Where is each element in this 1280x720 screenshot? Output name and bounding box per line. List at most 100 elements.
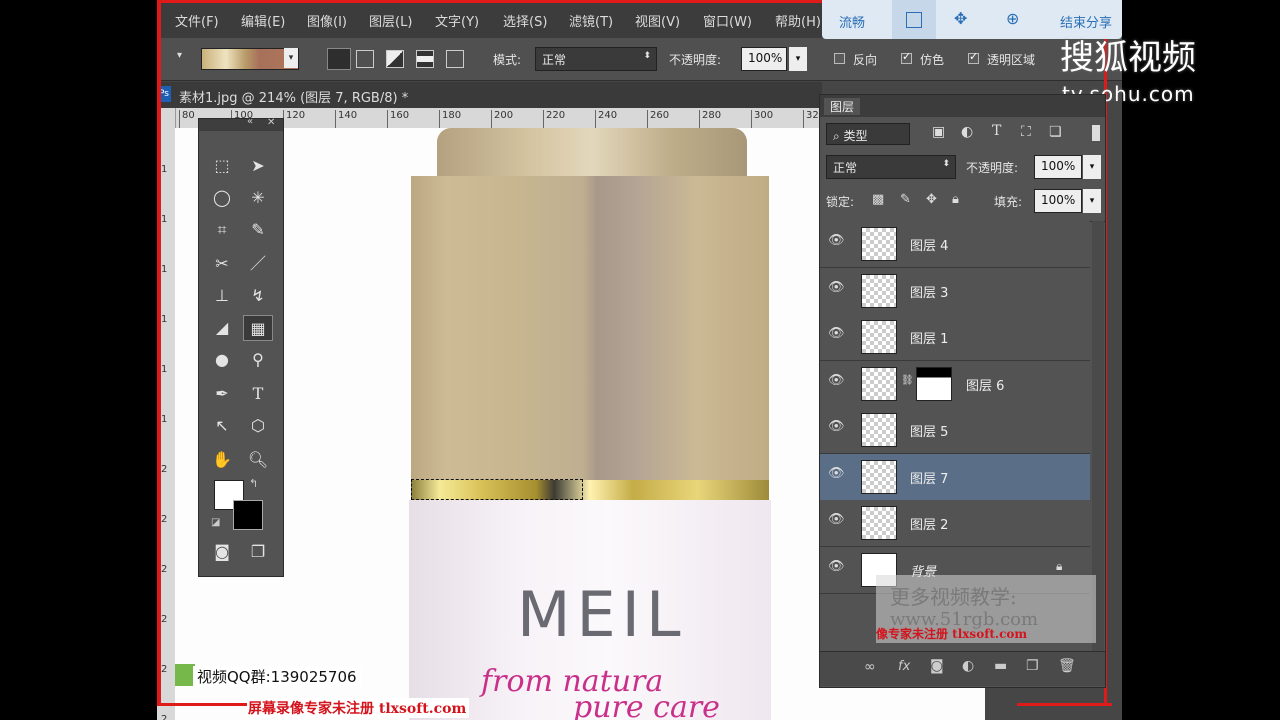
menu-layer[interactable]: 图层(L) xyxy=(369,11,412,30)
eraser-tool-icon[interactable]: ◢ xyxy=(207,315,237,341)
lasso-tool-icon[interactable]: ◯ xyxy=(207,185,237,211)
menu-view[interactable]: 视图(V) xyxy=(635,11,680,30)
layer-mask-thumbnail[interactable] xyxy=(916,366,952,401)
lock-image-icon[interactable]: ✎ xyxy=(900,192,911,207)
gradient-tool-icon[interactable]: ▦ xyxy=(243,315,273,341)
zoom-tool-icon[interactable]: 🔍︎ xyxy=(243,447,273,473)
visibility-eye-icon[interactable]: 👁︎ xyxy=(828,466,845,481)
layer-row[interactable]: 👁︎ 图层 4 xyxy=(820,221,1090,268)
end-share-button[interactable]: 结束分享 xyxy=(1060,12,1112,31)
layer-row[interactable]: 👁︎ 图层 7 xyxy=(820,453,1090,501)
magic-wand-icon[interactable]: ✳ xyxy=(243,185,273,211)
fill-input[interactable]: 100% xyxy=(1034,189,1082,213)
blur-tool-icon[interactable]: ● xyxy=(207,347,237,373)
transparency-checkbox[interactable] xyxy=(968,50,979,64)
layer-row[interactable]: 👁︎ 图层 5 xyxy=(820,407,1090,454)
history-brush-icon[interactable]: ↯ xyxy=(243,283,273,309)
move-tool-icon[interactable]: ➤ xyxy=(243,153,273,179)
visibility-eye-icon[interactable]: 👁︎ xyxy=(828,419,845,434)
angle-gradient-button[interactable] xyxy=(386,50,404,68)
mode-select[interactable]: 正常 ⬍ xyxy=(535,47,657,71)
lock-position-icon[interactable]: ✥ xyxy=(926,192,937,207)
menu-type[interactable]: 文字(Y) xyxy=(435,11,479,30)
filter-adjustment-icon[interactable]: ◐ xyxy=(961,124,973,140)
fill-arrow-icon[interactable]: ▾ xyxy=(1083,189,1101,213)
visibility-eye-icon[interactable]: 👁︎ xyxy=(828,559,845,574)
filter-toggle[interactable] xyxy=(1092,125,1100,141)
layer-style-icon[interactable]: fx xyxy=(898,659,910,674)
blend-mode-select[interactable]: 正常 ⬍ xyxy=(826,155,956,179)
quick-mask-icon[interactable]: ◙ xyxy=(207,539,237,565)
collapse-icon[interactable]: « xyxy=(247,116,253,127)
reverse-checkbox[interactable] xyxy=(834,53,845,64)
swap-colors-icon[interactable]: ↰ xyxy=(249,477,258,490)
eyedropper-icon[interactable]: ✎ xyxy=(243,217,273,243)
layers-tab[interactable]: 图层 xyxy=(824,98,861,115)
document-tab[interactable]: 素材1.jpg @ 214% (图层 7, RGB/8) * xyxy=(179,87,408,106)
layer-row[interactable]: 👁︎ ⛓ 图层 6 xyxy=(820,360,1090,408)
clone-stamp-icon[interactable]: ⊥ xyxy=(207,283,237,309)
link-layers-icon[interactable]: ∞ xyxy=(864,659,876,675)
preset-arrow-icon[interactable]: ▾ xyxy=(177,50,182,61)
add-mask-icon[interactable]: ◙ xyxy=(930,658,944,674)
product-brand: MEIL xyxy=(517,578,687,651)
menu-filter[interactable]: 滤镜(T) xyxy=(569,11,613,30)
menu-window[interactable]: 窗口(W) xyxy=(703,11,752,30)
filter-pixel-icon[interactable]: ▣ xyxy=(932,124,945,140)
layer-filter-select[interactable]: ⌕ 类型 xyxy=(826,123,910,145)
healing-brush-icon[interactable]: ✂ xyxy=(207,251,237,277)
gradient-picker-arrow-icon[interactable]: ▾ xyxy=(284,48,298,68)
lock-transparent-icon[interactable]: ▩ xyxy=(872,192,884,207)
linear-gradient-button[interactable] xyxy=(327,48,351,70)
hand-tool-icon[interactable]: ✋ xyxy=(207,447,237,473)
layer-row[interactable]: 👁︎ 图层 1 xyxy=(820,314,1090,361)
visibility-eye-icon[interactable]: 👁︎ xyxy=(828,512,845,527)
brush-tool-icon[interactable]: ／ xyxy=(243,251,273,277)
adjustment-layer-icon[interactable]: ◐ xyxy=(962,658,974,674)
crop-tool-icon[interactable]: ⌗ xyxy=(207,217,237,243)
menu-help[interactable]: 帮助(H) xyxy=(775,11,821,30)
marquee-selection[interactable] xyxy=(411,479,583,500)
radial-gradient-button[interactable] xyxy=(356,50,374,68)
layer-row[interactable]: 👁︎ 图层 2 xyxy=(820,500,1090,547)
screen-mode-icon[interactable]: ❐ xyxy=(243,539,273,565)
filter-shape-icon[interactable]: ⛶ xyxy=(1021,124,1031,140)
background-color-swatch[interactable] xyxy=(233,500,263,530)
lock-all-icon[interactable]: 🔒︎ xyxy=(952,192,959,207)
pen-tool-icon[interactable]: ✒ xyxy=(207,381,237,407)
menu-image[interactable]: 图像(I) xyxy=(307,11,347,30)
menu-file[interactable]: 文件(F) xyxy=(175,11,219,30)
delete-layer-icon[interactable]: 🗑︎ xyxy=(1058,658,1076,674)
smooth-button[interactable]: 流畅 xyxy=(839,12,865,31)
diamond-gradient-button[interactable] xyxy=(446,50,464,68)
zoom-region-icon[interactable]: ⊕ xyxy=(1006,9,1019,28)
visibility-eye-icon[interactable]: 👁︎ xyxy=(828,280,845,295)
new-group-icon[interactable]: ▬ xyxy=(994,658,1007,674)
filter-type-icon[interactable]: T xyxy=(992,123,1001,139)
visibility-eye-icon[interactable]: 👁︎ xyxy=(828,233,845,248)
filter-smart-object-icon[interactable]: ❏ xyxy=(1049,124,1062,140)
default-colors-icon[interactable]: ◪ xyxy=(211,517,220,528)
path-selection-icon[interactable]: ↖ xyxy=(207,413,237,439)
menu-select[interactable]: 选择(S) xyxy=(503,11,547,30)
layer-row[interactable]: 👁︎ 图层 3 xyxy=(820,267,1090,315)
new-layer-icon[interactable]: ❐ xyxy=(1026,658,1039,674)
type-tool-icon[interactable]: T xyxy=(243,381,273,407)
marquee-tool-icon[interactable]: ⬚ xyxy=(207,153,237,179)
shape-tool-icon[interactable]: ⬡ xyxy=(243,413,273,439)
tools-panel-header[interactable]: « ✕ xyxy=(199,116,283,131)
layer-opacity-arrow-icon[interactable]: ▾ xyxy=(1083,155,1101,179)
mask-link-icon[interactable]: ⛓ xyxy=(901,375,914,386)
opacity-arrow-icon[interactable]: ▾ xyxy=(789,47,807,71)
dodge-tool-icon[interactable]: ⚲ xyxy=(243,347,273,373)
region-select-button[interactable] xyxy=(892,0,936,39)
dither-checkbox[interactable] xyxy=(901,50,912,64)
opacity-input[interactable]: 100% xyxy=(741,47,787,71)
move-region-icon[interactable]: ✥ xyxy=(954,9,967,28)
visibility-eye-icon[interactable]: 👁︎ xyxy=(828,373,845,388)
layer-opacity-input[interactable]: 100% xyxy=(1034,155,1082,179)
visibility-eye-icon[interactable]: 👁︎ xyxy=(828,326,845,341)
close-icon[interactable]: ✕ xyxy=(267,117,275,128)
menu-edit[interactable]: 编辑(E) xyxy=(241,11,285,30)
reflected-gradient-button[interactable] xyxy=(416,50,434,68)
